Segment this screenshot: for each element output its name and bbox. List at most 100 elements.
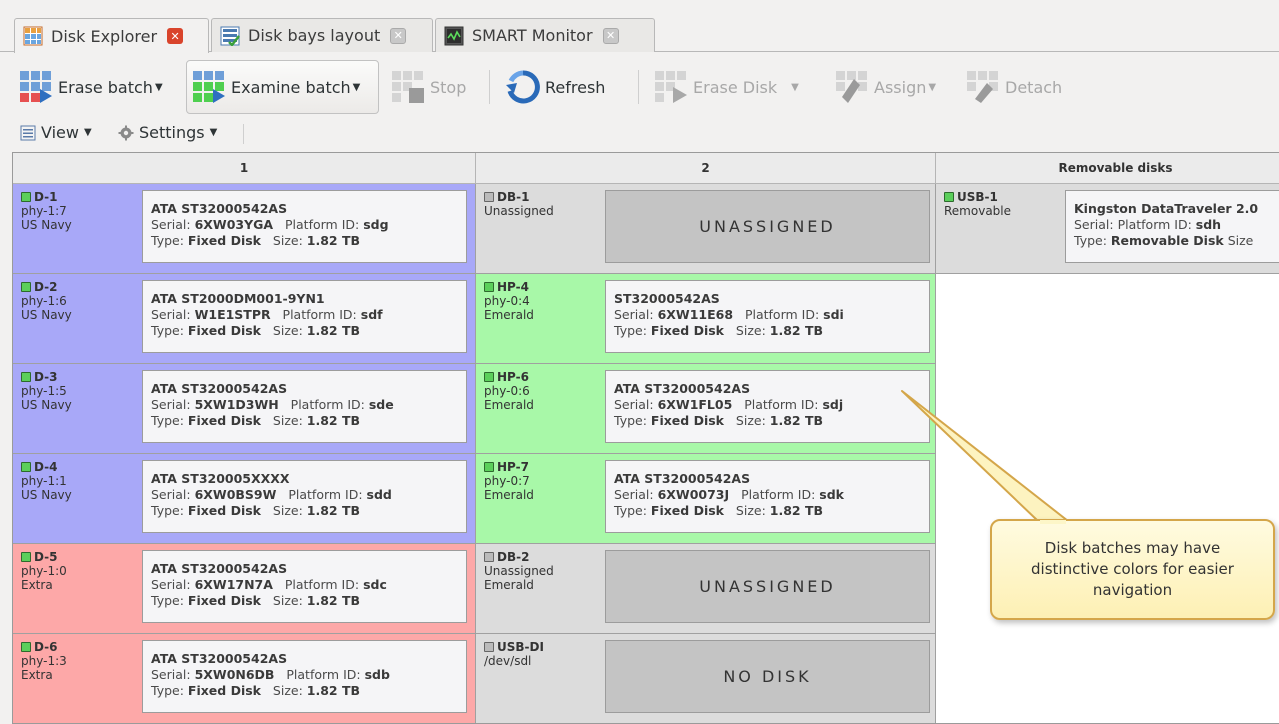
disk-type-line: Type: Fixed Disk Size: 1.82 TB <box>614 503 824 518</box>
status-led-icon <box>944 192 954 202</box>
disk-slot-db-1[interactable]: DB-1 Unassigned UNASSIGNED <box>476 184 936 274</box>
toolbar-separator <box>489 70 490 104</box>
disk-model: ATA ST320005XXXX <box>151 471 290 486</box>
disk-card[interactable]: ATA ST32000542AS Serial: 6XW17N7A Platfo… <box>142 550 467 623</box>
status-led-icon <box>484 462 494 472</box>
assign-label: Assign <box>874 77 927 97</box>
refresh-button[interactable]: Refresh <box>505 60 605 114</box>
disk-slot-hp-6[interactable]: HP-6 phy-0:6 Emerald ATA ST32000542AS Se… <box>476 364 936 454</box>
detach-label: Detach <box>1005 77 1063 97</box>
callout-text: Disk batches may have distinctive colors… <box>1031 539 1234 599</box>
disk-card[interactable]: ATA ST32000542AS Serial: 6XW0073J Platfo… <box>605 460 930 533</box>
status-led-icon <box>484 642 494 652</box>
disk-slot-d-3[interactable]: D-3 phy-1:5 US Navy ATA ST32000542AS Ser… <box>13 364 476 454</box>
view-label: View <box>41 123 79 142</box>
slot-info: D-1 phy-1:7 US Navy <box>21 190 72 232</box>
main-toolbar: Erase batch ▼ Examine batch ▼ Stop Refresh <box>0 56 1279 118</box>
disk-serial-line: Serial: 5XW1D3WH Platform ID: sde <box>151 397 394 412</box>
slot-line1: phy-0:4 <box>484 294 530 308</box>
disk-slot-d-4[interactable]: D-4 phy-1:1 US Navy ATA ST320005XXXX Ser… <box>13 454 476 544</box>
disk-explorer-icon <box>23 26 43 46</box>
status-led-icon <box>484 192 494 202</box>
slot-info: D-2 phy-1:6 US Navy <box>21 280 72 322</box>
stop-button[interactable]: Stop <box>390 60 466 114</box>
disk-serial-line: Serial: Platform ID: sdh <box>1074 217 1222 232</box>
disk-slot-d-5[interactable]: D-5 phy-1:0 Extra ATA ST32000542AS Seria… <box>13 544 476 634</box>
disk-slot-db-2[interactable]: DB-2 Unassigned Emerald UNASSIGNED <box>476 544 936 634</box>
examine-batch-label: Examine batch <box>231 77 351 97</box>
slot-info: D-5 phy-1:0 Extra <box>21 550 67 592</box>
disk-card[interactable]: ST32000542AS Serial: 6XW11E68 Platform I… <box>605 280 930 353</box>
disk-serial-line: Serial: 6XW03YGA Platform ID: sdg <box>151 217 389 232</box>
tab-bar: Disk Explorer ✕ Disk bays layout ✕ SMART… <box>0 16 1279 53</box>
slot-name: HP-7 <box>497 460 529 474</box>
smart-monitor-icon <box>444 26 464 45</box>
chevron-down-icon[interactable]: ▼ <box>928 82 936 93</box>
disk-slot-usb-1[interactable]: USB-1 Removable Kingston DataTraveler 2.… <box>936 184 1279 274</box>
slot-info: D-4 phy-1:1 US Navy <box>21 460 72 502</box>
slot-batch: US Navy <box>21 218 72 232</box>
status-led-icon <box>21 372 31 382</box>
disk-model: ATA ST32000542AS <box>614 381 751 396</box>
disk-serial-line: Serial: 6XW17N7A Platform ID: sdc <box>151 577 387 592</box>
status-led-icon <box>484 552 494 562</box>
disk-type-line: Type: Fixed Disk Size: 1.82 TB <box>151 323 361 338</box>
disk-card[interactable]: ATA ST32000542AS Serial: 5XW0N6DB Platfo… <box>142 640 467 713</box>
tab-disk-explorer[interactable]: Disk Explorer ✕ <box>14 18 209 53</box>
slot-name: D-1 <box>34 190 58 204</box>
refresh-icon <box>506 70 540 104</box>
gear-icon <box>118 125 134 140</box>
close-icon[interactable]: ✕ <box>602 27 619 44</box>
close-icon[interactable]: ✕ <box>167 28 184 44</box>
chevron-down-icon[interactable]: ▼ <box>155 82 163 93</box>
tab-disk-bays-layout[interactable]: Disk bays layout ✕ <box>211 18 433 52</box>
stop-label: Stop <box>430 77 467 97</box>
slot-name: D-4 <box>34 460 58 474</box>
disk-type-line: Type: Removable Disk Size <box>1074 233 1254 248</box>
chevron-down-icon[interactable]: ▼ <box>210 127 218 138</box>
disk-slot-hp-7[interactable]: HP-7 phy-0:7 Emerald ATA ST32000542AS Se… <box>476 454 936 544</box>
chevron-down-icon[interactable]: ▼ <box>791 82 799 93</box>
slot-name: HP-4 <box>497 280 529 294</box>
disk-model: ATA ST32000542AS <box>151 561 288 576</box>
close-icon[interactable]: ✕ <box>390 27 407 44</box>
disk-card[interactable]: ATA ST32000542AS Serial: 5XW1D3WH Platfo… <box>142 370 467 443</box>
disk-slot-hp-4[interactable]: HP-4 phy-0:4 Emerald ST32000542AS Serial… <box>476 274 936 364</box>
examine-batch-button[interactable]: Examine batch ▼ <box>186 60 379 114</box>
disk-serial-line: Serial: 6XW0073J Platform ID: sdk <box>614 487 844 502</box>
disk-card[interactable]: Kingston DataTraveler 2.0 Serial: Platfo… <box>1065 190 1279 263</box>
disk-slot-d-1[interactable]: D-1 phy-1:7 US Navy ATA ST32000542AS Ser… <box>13 184 476 274</box>
slot-batch: US Navy <box>21 398 72 412</box>
tab-smart-monitor[interactable]: SMART Monitor ✕ <box>435 18 655 52</box>
slot-info: DB-2 Unassigned Emerald <box>484 550 554 592</box>
slot-port: phy-1:7 <box>21 204 67 218</box>
view-menu[interactable]: View ▼ <box>20 123 92 142</box>
erase-batch-button[interactable]: Erase batch ▼ <box>18 60 163 114</box>
disk-slot-d-2[interactable]: D-2 phy-1:6 US Navy ATA ST2000DM001-9YN1… <box>13 274 476 364</box>
slot-line2: Emerald <box>484 488 534 502</box>
chevron-down-icon[interactable]: ▼ <box>353 82 361 93</box>
disk-card[interactable]: ATA ST32000542AS Serial: 6XW03YGA Platfo… <box>142 190 467 263</box>
disk-card[interactable]: ATA ST2000DM001-9YN1 Serial: W1E1STPR Pl… <box>142 280 467 353</box>
chevron-down-icon[interactable]: ▼ <box>84 127 92 138</box>
disk-model: ATA ST2000DM001-9YN1 <box>151 291 325 306</box>
settings-menu[interactable]: Settings ▼ <box>118 123 217 142</box>
assign-button[interactable]: Assign ▼ <box>834 60 936 114</box>
detach-button[interactable]: Detach <box>965 60 1062 114</box>
erase-disk-button[interactable]: Erase Disk ▼ <box>653 60 799 114</box>
disk-type-line: Type: Fixed Disk Size: 1.82 TB <box>151 683 361 698</box>
disk-grid: 1 2 Removable disks D-1 phy-1:7 US Navy … <box>12 152 1279 724</box>
disk-slot-d-6[interactable]: D-6 phy-1:3 Extra ATA ST32000542AS Seria… <box>13 634 476 723</box>
disk-slot-usb-di[interactable]: USB-DI /dev/sdl NO DISK <box>476 634 936 723</box>
disk-card[interactable]: ATA ST320005XXXX Serial: 6XW0BS9W Platfo… <box>142 460 467 533</box>
view-icon <box>20 125 36 140</box>
disk-type-line: Type: Fixed Disk Size: 1.82 TB <box>151 503 361 518</box>
status-led-icon <box>21 282 31 292</box>
tab-label: SMART Monitor <box>472 26 593 45</box>
examine-batch-icon <box>193 71 225 103</box>
slot-line2: Emerald <box>484 308 534 322</box>
disk-card[interactable]: ATA ST32000542AS Serial: 6XW1FL05 Platfo… <box>605 370 930 443</box>
slot-line1: Removable <box>944 204 1012 218</box>
slot-name: DB-1 <box>497 190 530 204</box>
status-led-icon <box>21 462 31 472</box>
